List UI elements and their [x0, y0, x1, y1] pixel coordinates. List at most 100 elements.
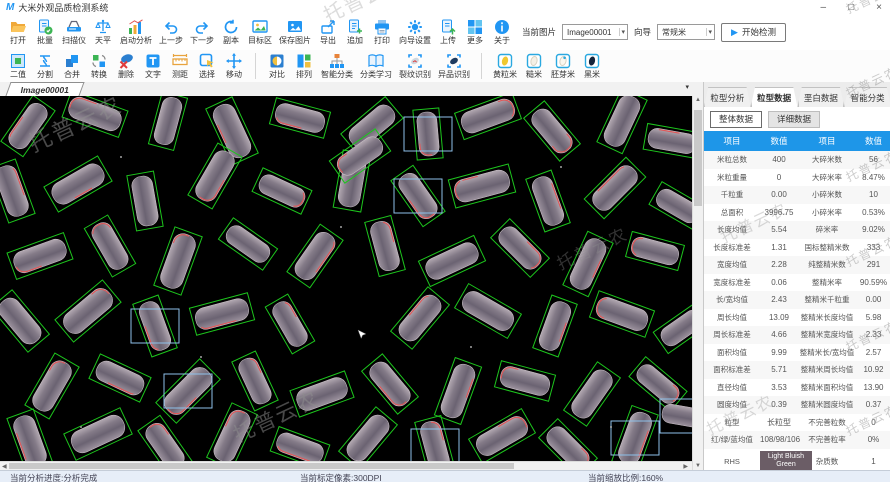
view-button-整体数据[interactable]: 整体数据	[710, 110, 763, 128]
rice-grain[interactable]	[588, 290, 656, 338]
rice-grain[interactable]	[231, 350, 279, 412]
scroll-down-icon[interactable]: ▼	[695, 463, 701, 469]
rice-grain[interactable]	[217, 217, 279, 271]
collapse-panel-icon[interactable]: ▾	[685, 83, 689, 91]
rice-grain[interactable]	[562, 361, 622, 427]
toolbar-button-redo[interactable]: 下一步	[190, 18, 214, 46]
rice-grain[interactable]	[562, 230, 614, 298]
rice-grain[interactable]	[364, 214, 406, 278]
rice-grain[interactable]	[417, 234, 487, 288]
rice-grain[interactable]	[537, 417, 599, 461]
tab-粒型分析[interactable]: 粒型分析	[704, 87, 751, 107]
rice-grain[interactable]	[61, 96, 129, 139]
rice-grain[interactable]	[286, 223, 344, 289]
toolbar-button-balance[interactable]: 天平	[93, 18, 113, 46]
toolbar-button-text[interactable]: 文字	[143, 52, 163, 80]
tab-垩白数据[interactable]: 垩白数据	[797, 87, 845, 107]
toolbar-button-smart-classify[interactable]: 智能分类	[321, 52, 353, 80]
toolbar-button-measure[interactable]: 测距	[170, 52, 190, 80]
rice-grain[interactable]	[522, 100, 582, 162]
rice-grain[interactable]	[596, 96, 648, 155]
close-button[interactable]: ×	[876, 2, 882, 13]
toolbar-button-print[interactable]: 打印	[372, 18, 392, 46]
toolbar-button-select[interactable]: 选择	[197, 52, 217, 80]
rice-grain[interactable]	[433, 356, 483, 426]
toolbar-button-undo[interactable]: 上一步	[159, 18, 183, 46]
rice-grain[interactable]	[390, 164, 446, 228]
rice-grain[interactable]	[661, 403, 692, 429]
maximize-button[interactable]: □	[848, 2, 854, 13]
rice-grain[interactable]	[155, 358, 221, 424]
rice-grain[interactable]	[126, 170, 164, 232]
rice-grain[interactable]	[628, 355, 688, 413]
toolbar-button-merge[interactable]: 合并	[62, 52, 82, 80]
rice-grain[interactable]	[447, 163, 517, 209]
toolbar-button-split[interactable]: 分割	[35, 52, 55, 80]
rice-grain[interactable]	[264, 293, 316, 355]
rice-grain[interactable]	[63, 407, 133, 461]
view-button-详细数据[interactable]: 详细数据	[768, 110, 821, 128]
toolbar-button-convert[interactable]: 转换	[89, 52, 109, 80]
rice-grain[interactable]	[642, 122, 692, 160]
toolbar-button-copy[interactable]: 副本	[221, 18, 241, 46]
rice-grain[interactable]	[525, 169, 571, 233]
rice-grain[interactable]	[583, 156, 647, 220]
rice-grain[interactable]	[532, 294, 578, 358]
rice-grain[interactable]	[0, 158, 36, 224]
rice-grain[interactable]	[611, 404, 659, 461]
rice-grain[interactable]	[414, 414, 456, 461]
horizontal-scrollbar-thumb[interactable]	[9, 463, 514, 469]
toolbar-button-classify-learn[interactable]: 分类学习	[360, 52, 392, 80]
toolbar-button-analyze[interactable]: 启动分析	[120, 18, 152, 46]
scroll-right-icon[interactable]: ▶	[683, 463, 688, 470]
current-image-select[interactable]: Image00001 ▾	[562, 24, 629, 40]
toolbar-button-append[interactable]: 追加	[345, 18, 365, 46]
rice-grain[interactable]	[289, 370, 355, 418]
toolbar-button-binary[interactable]: 二值	[8, 52, 28, 80]
rice-grain[interactable]	[54, 279, 122, 343]
rice-grain[interactable]	[251, 167, 313, 215]
rice-grain[interactable]	[83, 214, 137, 278]
toolbar-button-black-rice[interactable]: 黑米	[582, 52, 602, 80]
toolbar-button-save-image[interactable]: 保存图片	[279, 18, 311, 46]
rice-grain[interactable]	[205, 402, 259, 461]
rice-grain[interactable]	[412, 107, 444, 161]
rice-grain[interactable]	[132, 294, 178, 358]
rice-grain[interactable]	[0, 289, 51, 353]
rice-grain[interactable]	[188, 292, 256, 336]
rice-grain[interactable]	[652, 301, 692, 355]
rice-grain[interactable]	[624, 230, 686, 272]
rice-grain[interactable]	[389, 286, 451, 350]
toolbar-button-crack-recognition[interactable]: 裂纹识别	[399, 52, 431, 80]
rice-grain[interactable]	[467, 407, 537, 461]
start-detection-button[interactable]: ▶ 开始检测	[721, 22, 786, 42]
toolbar-button-germ-rice[interactable]: 胚芽米	[551, 52, 575, 80]
rice-grain[interactable]	[493, 360, 557, 402]
scroll-up-icon[interactable]: ▲	[695, 97, 701, 103]
image-tab[interactable]: Image00001	[5, 82, 85, 96]
rice-grain[interactable]	[147, 96, 189, 152]
toolbar-button-export[interactable]: 导出	[318, 18, 338, 46]
minimize-button[interactable]: –	[821, 2, 827, 13]
rice-grain[interactable]	[0, 96, 56, 158]
toolbar-button-more[interactable]: 更多	[465, 18, 485, 46]
toolbar-button-brown-rice[interactable]: 糙米	[524, 52, 544, 80]
toolbar-button-batch[interactable]: 批量	[35, 18, 55, 46]
rice-grain[interactable]	[453, 96, 523, 141]
toolbar-button-about-info[interactable]: 关于	[492, 18, 512, 46]
rice-grain[interactable]	[360, 353, 420, 415]
rice-grain[interactable]	[489, 217, 551, 279]
wizard-select[interactable]: 常规米 ▾	[657, 24, 716, 40]
toolbar-button-open-folder[interactable]: 打开	[8, 18, 28, 46]
rice-grain[interactable]	[43, 155, 113, 213]
tab-智能分类[interactable]: 智能分类	[844, 87, 890, 107]
toolbar-button-move[interactable]: 移动	[224, 52, 244, 80]
toolbar-button-upload[interactable]: 上传	[438, 18, 458, 46]
toolbar-button-compare[interactable]: 对比	[267, 52, 287, 80]
rice-grain[interactable]	[269, 425, 331, 461]
toolbar-button-wizard-gear[interactable]: 向导设置	[399, 18, 431, 46]
scroll-left-icon[interactable]: ◀	[2, 463, 7, 470]
rice-grain[interactable]	[453, 282, 523, 340]
rice-grain[interactable]	[137, 414, 193, 461]
toolbar-button-arrange[interactable]: 排列	[294, 52, 314, 80]
